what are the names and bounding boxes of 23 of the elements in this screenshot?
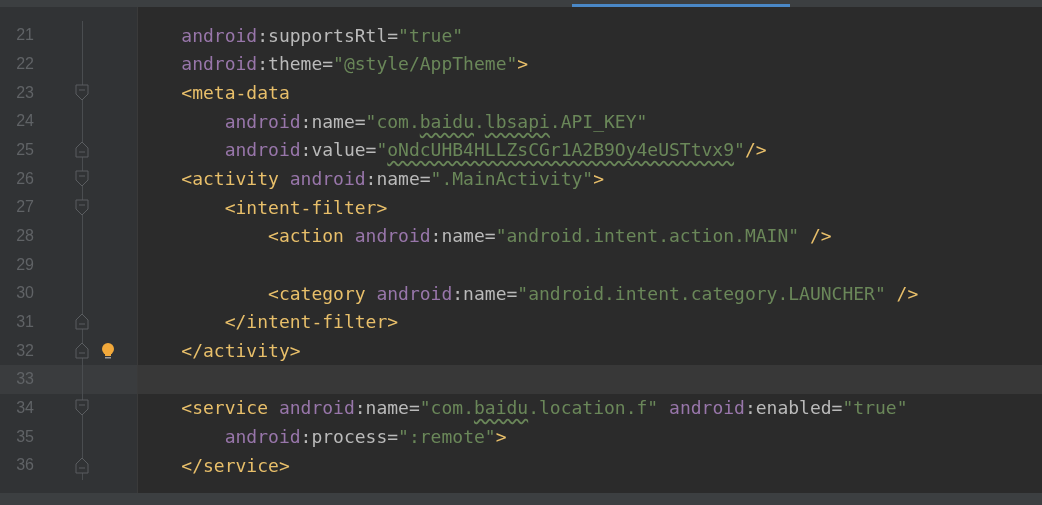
code-line: <intent-filter>	[223, 195, 388, 220]
code-line: android:theme="@style/AppTheme">	[180, 52, 529, 77]
code-line: </activity>	[180, 339, 301, 364]
code-line: </service>	[180, 453, 290, 478]
code-line: <category android:name="android.intent.category.LAUNCHER" />	[267, 281, 919, 306]
fold-expand-icon[interactable]	[75, 141, 89, 159]
code-line: <meta-data	[180, 81, 290, 106]
code-line: <action android:name="android.intent.action.MAIN" />	[267, 224, 832, 249]
lightbulb-icon[interactable]	[101, 341, 115, 360]
fold-expand-icon[interactable]	[75, 342, 89, 360]
fold-expand-icon[interactable]	[75, 313, 89, 331]
fold-expand-icon[interactable]	[75, 456, 89, 474]
fold-collapse-icon[interactable]	[75, 198, 89, 216]
fold-collapse-icon[interactable]	[75, 170, 89, 188]
code-line: </intent-filter>	[223, 310, 399, 335]
fold-collapse-icon[interactable]	[75, 399, 89, 417]
code-line: <service android:name="com.baidu.location.f" android:enabled="true"	[180, 396, 908, 421]
fold-collapse-icon[interactable]	[75, 84, 89, 102]
code-line: android:value="oNdcUHB4HLLZsCGr1A2B9Oy4eUSTtvx9"/>	[223, 138, 767, 163]
code-line: android:supportsRtl="true"	[180, 23, 464, 48]
code-line: <activity android:name=".MainActivity">	[180, 167, 604, 192]
code-line: android:name="com.baidu.lbsapi.API_KEY"	[223, 109, 648, 134]
code-line: android:process=":remote">	[223, 425, 507, 449]
